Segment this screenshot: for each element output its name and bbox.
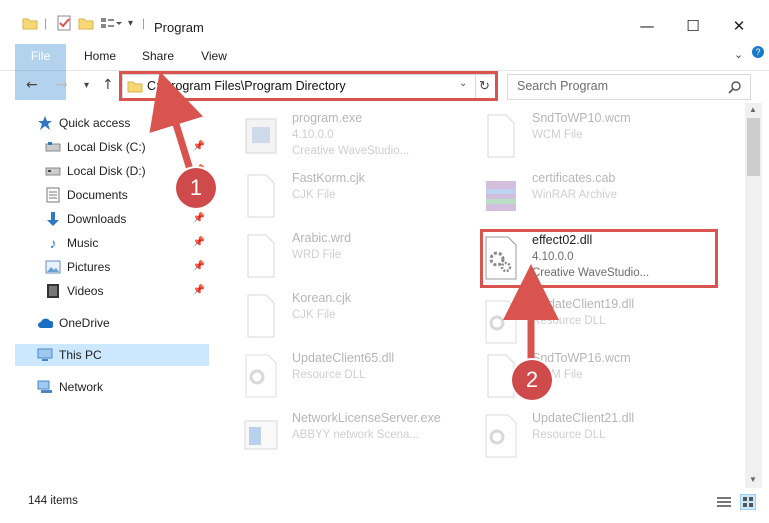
arrow-1	[149, 71, 203, 178]
step-badge-2: 2	[512, 360, 552, 400]
step-badge-1: 1	[176, 168, 216, 208]
annotation-arrows	[149, 71, 559, 362]
